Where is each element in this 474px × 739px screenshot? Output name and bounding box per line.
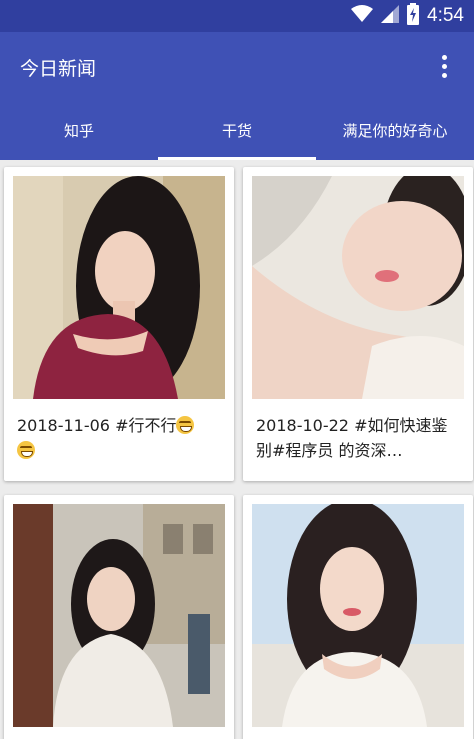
tab-bar: 知乎 干货 满足你的好奇心 xyxy=(0,100,474,160)
tab-label: 知乎 xyxy=(63,121,94,140)
tab-ganhuo[interactable]: 干货 xyxy=(158,100,316,160)
tab-curiosity[interactable]: 满足你的好奇心 xyxy=(316,100,474,160)
signal-icon xyxy=(381,5,400,27)
laughing-emoji-icon xyxy=(17,441,35,459)
wifi-icon xyxy=(351,5,374,27)
card-caption: 2018-11-06 #行不行 xyxy=(17,413,223,463)
news-card[interactable]: 2018-10-22 #如何快速鉴别#程序员 的资深… xyxy=(243,167,473,481)
card-caption: 2018-10-22 #如何快速鉴别#程序员 的资深… xyxy=(256,416,448,460)
tab-label: 满足你的好奇心 xyxy=(342,121,448,140)
caption-text: 2018-11-06 #行不行 xyxy=(17,416,177,435)
app-bar: 今日新闻 xyxy=(0,32,474,100)
more-vert-icon[interactable] xyxy=(424,46,464,86)
news-card[interactable] xyxy=(4,495,234,739)
card-photo xyxy=(13,176,225,399)
battery-charging-icon xyxy=(407,3,420,29)
status-time: 4:54 xyxy=(427,5,464,26)
card-photo xyxy=(252,504,464,727)
card-photo xyxy=(13,504,225,727)
tab-zhihu[interactable]: 知乎 xyxy=(0,100,158,160)
news-card[interactable]: 2018-11-06 #行不行 xyxy=(4,167,234,481)
news-card[interactable] xyxy=(243,495,473,739)
status-icons: 4:54 xyxy=(351,0,464,32)
card-grid: 2018-11-06 #行不行 2018-10-22 #如何快速鉴别#程序员 的… xyxy=(0,160,474,739)
page-title: 今日新闻 xyxy=(20,58,97,80)
laughing-emoji-icon xyxy=(176,416,195,434)
card-photo xyxy=(252,176,464,399)
tab-label: 干货 xyxy=(221,121,252,140)
status-bar: 4:54 xyxy=(0,0,474,32)
